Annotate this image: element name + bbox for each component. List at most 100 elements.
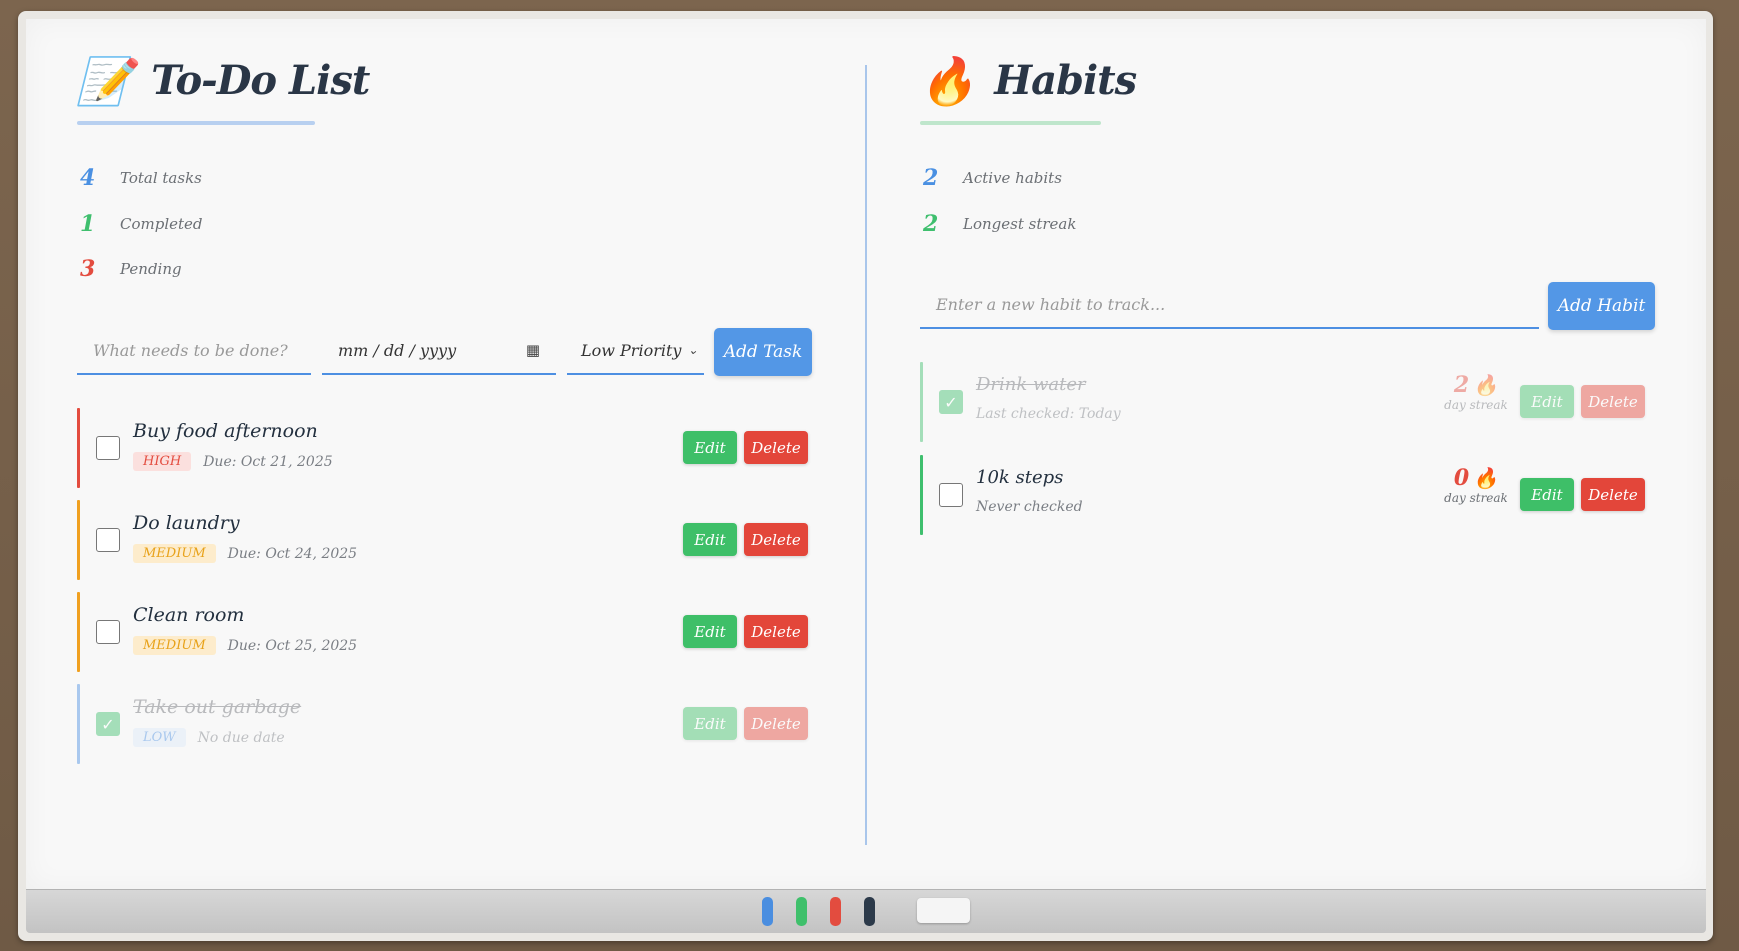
task-input[interactable]: What needs to be done? [77, 327, 311, 375]
edit-button[interactable]: Edit [683, 431, 737, 464]
edit-label: Edit [694, 714, 726, 733]
stat-value: 4 [80, 165, 96, 191]
todo-title-text: To-Do List [151, 57, 370, 104]
habits-title-text: Habits [994, 57, 1137, 104]
streak-counter: 2 🔥 day streak [1441, 372, 1511, 412]
fire-icon: 🔥 [1473, 373, 1499, 397]
eraser-icon[interactable] [917, 898, 970, 923]
task-checkbox[interactable] [96, 528, 120, 552]
black-marker-icon[interactable] [864, 897, 875, 926]
fire-icon: 🔥 [919, 53, 977, 108]
task-checkbox[interactable] [96, 436, 120, 460]
add-task-button[interactable]: Add Task [714, 328, 812, 376]
habit-checkbox[interactable] [939, 483, 963, 507]
habit-input-placeholder: Enter a new habit to track... [936, 294, 1166, 314]
task-due-date: Due: Oct 24, 2025 [227, 545, 358, 562]
edit-button[interactable]: Edit [683, 523, 737, 556]
stat-value: 2 [923, 211, 939, 237]
priority-bar [77, 592, 80, 672]
habit-bar [920, 455, 923, 535]
stat-completed: 1 Completed [80, 211, 203, 237]
task-name: Buy food afternoon [133, 420, 318, 442]
edit-button[interactable]: Edit [1520, 385, 1574, 418]
delete-label: Delete [751, 438, 801, 457]
task-name: Do laundry [133, 512, 240, 534]
delete-button[interactable]: Delete [1581, 385, 1645, 418]
add-habit-button[interactable]: Add Habit [1548, 282, 1655, 330]
streak-counter: 0 🔥 day streak [1441, 465, 1511, 505]
stat-label: Completed [120, 215, 203, 233]
stat-value: 1 [80, 211, 96, 237]
stat-value: 2 [923, 165, 939, 191]
task-checkbox[interactable] [96, 620, 120, 644]
stat-pending: 3 Pending [80, 256, 182, 282]
check-icon: ✓ [101, 714, 115, 734]
delete-label: Delete [751, 622, 801, 641]
streak-value: 2 [1453, 372, 1470, 398]
task-checkbox-checked[interactable]: ✓ [96, 712, 120, 736]
task-meta: HIGH Due: Oct 21, 2025 [133, 452, 333, 471]
habit-name: 10k steps [976, 467, 1064, 488]
task-item-completed: ✓ Take out garbage LOW No due date Edit … [77, 684, 837, 764]
habit-item-completed: ✓ Drink water Last checked: Today 2 🔥 day… [920, 362, 1665, 442]
edit-button[interactable]: Edit [683, 615, 737, 648]
delete-button[interactable]: Delete [744, 523, 808, 556]
edit-label: Edit [694, 438, 726, 457]
blue-marker-icon[interactable] [762, 897, 773, 926]
chevron-down-icon: ⌄ [687, 343, 698, 357]
habit-meta: Last checked: Today [976, 406, 1121, 422]
stat-label: Total tasks [120, 169, 202, 187]
edit-button[interactable]: Edit [683, 707, 737, 740]
habit-input[interactable]: Enter a new habit to track... [920, 281, 1539, 329]
edit-button[interactable]: Edit [1520, 478, 1574, 511]
green-marker-icon[interactable] [796, 897, 807, 926]
streak-label: day streak [1444, 491, 1508, 505]
due-date-input[interactable]: mm / dd / yyyy ▦ [322, 327, 556, 375]
stat-label: Longest streak [963, 215, 1077, 233]
task-item: Do laundry MEDIUM Due: Oct 24, 2025 Edit… [77, 500, 837, 580]
delete-label: Delete [751, 714, 801, 733]
task-due-date: Due: Oct 21, 2025 [203, 453, 333, 470]
habit-item: 10k steps Never checked 0 🔥 day streak Ed… [920, 455, 1665, 535]
red-marker-icon[interactable] [830, 897, 841, 926]
priority-badge: LOW [133, 728, 186, 747]
task-meta: MEDIUM Due: Oct 25, 2025 [133, 636, 357, 655]
edit-label: Edit [694, 622, 726, 641]
task-meta: LOW No due date [133, 728, 285, 747]
todo-title-underline [77, 121, 315, 125]
task-meta: MEDIUM Due: Oct 24, 2025 [133, 544, 357, 563]
habit-name: Drink water [976, 374, 1086, 395]
habit-status: Last checked: Today [976, 406, 1121, 422]
task-item: Buy food afternoon HIGH Due: Oct 21, 202… [77, 408, 837, 488]
stat-longest-streak: 2 Longest streak [923, 211, 1076, 237]
priority-select[interactable]: Low Priority ⌄ [567, 327, 704, 375]
priority-selected-value: Low Priority [581, 340, 682, 360]
habit-meta: Never checked [976, 499, 1083, 515]
edit-label: Edit [694, 530, 726, 549]
priority-bar [77, 684, 80, 764]
delete-button[interactable]: Delete [744, 707, 808, 740]
stat-active-habits: 2 Active habits [923, 165, 1062, 191]
priority-badge: MEDIUM [133, 636, 216, 655]
streak-value: 0 [1453, 465, 1470, 491]
habits-title: 🔥 Habits [919, 53, 1137, 108]
task-input-placeholder: What needs to be done? [93, 340, 288, 360]
delete-button[interactable]: Delete [1581, 478, 1645, 511]
stat-value: 3 [80, 256, 96, 282]
habit-checkbox-checked[interactable]: ✓ [939, 390, 963, 414]
calendar-icon[interactable]: ▦ [526, 341, 540, 359]
delete-button[interactable]: Delete [744, 431, 808, 464]
stat-label: Active habits [963, 169, 1062, 187]
task-due-date: Due: Oct 25, 2025 [227, 637, 358, 654]
priority-badge: HIGH [133, 452, 192, 471]
task-name: Take out garbage [133, 696, 302, 718]
habits-title-underline [920, 121, 1101, 125]
habit-status: Never checked [976, 499, 1083, 515]
check-icon: ✓ [944, 392, 958, 412]
delete-label: Delete [1588, 392, 1638, 411]
memo-pencil-icon: 📝 [76, 53, 134, 108]
task-name: Clean room [133, 604, 245, 626]
streak-label: day streak [1444, 398, 1508, 412]
delete-button[interactable]: Delete [744, 615, 808, 648]
priority-bar [77, 500, 80, 580]
